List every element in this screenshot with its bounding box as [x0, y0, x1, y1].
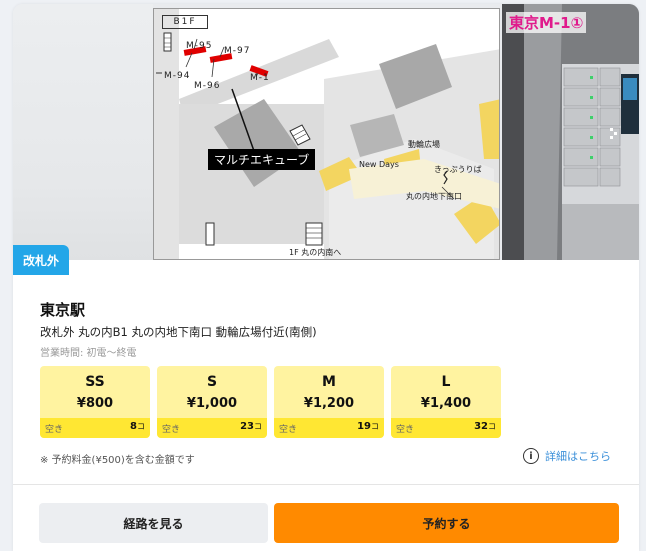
- map-new-days: New Days: [359, 160, 399, 169]
- size-label: S: [206, 374, 218, 390]
- size-availability: 空き 19コ: [274, 418, 384, 438]
- map-plaza: 動輪広場: [408, 140, 440, 149]
- details-link[interactable]: i 詳細はこちら: [523, 445, 611, 467]
- size-label: SS: [85, 374, 105, 390]
- size-price: ¥800: [76, 396, 114, 411]
- business-hours: 営業時間: 初電〜終電: [40, 348, 137, 359]
- locker-label-m97: M-97: [224, 46, 251, 56]
- route-button[interactable]: 経路を見る: [39, 503, 268, 543]
- size-list: SS ¥800 空き 8コ S ¥1,000 空き 23コ M ¥1,200 空…: [40, 366, 510, 438]
- size-option-ss[interactable]: SS ¥800 空き 8コ: [40, 366, 150, 438]
- price-note: ※ 予約料金(¥500)を含む金額です: [40, 455, 195, 466]
- size-availability: 空き 23コ: [157, 418, 267, 438]
- availability-label: 空き: [162, 425, 181, 435]
- map-callout: マルチエキューブ: [208, 149, 316, 170]
- size-option-l[interactable]: L ¥1,400 空き 32コ: [391, 366, 501, 438]
- size-label: L: [441, 374, 451, 390]
- availability-count: 32コ: [474, 421, 496, 432]
- availability-count: 23コ: [240, 421, 262, 432]
- location-type-badge: 改札外: [13, 245, 69, 275]
- station-name: 東京駅: [40, 301, 86, 319]
- availability-label: 空き: [45, 425, 64, 435]
- map-stairs-label: 1F 丸の内南へ: [289, 248, 342, 257]
- locker-label-m1: M-1: [250, 73, 270, 83]
- availability-count: 8コ: [130, 421, 145, 432]
- divider: [13, 484, 639, 485]
- photo-carousel[interactable]: B1F M-95 M-97 M-94 M-1 M-96 マルチエキューブ New…: [13, 4, 639, 260]
- details-link-text[interactable]: 詳細はこちら: [545, 448, 611, 464]
- availability-count: 19コ: [357, 421, 379, 432]
- availability-label: 空き: [396, 425, 415, 435]
- map-ticket-gate: きっぷうりば: [434, 165, 482, 174]
- size-availability: 空き 8コ: [40, 418, 150, 438]
- photo-caption: 東京M-1①: [506, 12, 587, 33]
- photo-left-slide: [13, 4, 153, 260]
- size-label: M: [322, 374, 336, 390]
- floor-map: B1F M-95 M-97 M-94 M-1 M-96 マルチエキューブ New…: [153, 8, 500, 260]
- locker-label-m94: M-94: [164, 71, 191, 81]
- map-exit: 丸の内地下南口: [406, 192, 462, 201]
- locker-card: B1F M-95 M-97 M-94 M-1 M-96 マルチエキューブ New…: [13, 4, 639, 551]
- locker-location: 改札外 丸の内B1 丸の内地下南口 動輪広場付近(南側): [40, 325, 317, 339]
- size-price: ¥1,000: [186, 396, 238, 411]
- size-price: ¥1,200: [303, 396, 355, 411]
- size-availability: 空き 32コ: [391, 418, 501, 438]
- reserve-button[interactable]: 予約する: [274, 503, 619, 543]
- locker-label-m96: M-96: [194, 81, 221, 91]
- locker-label-m95: M-95: [186, 41, 213, 51]
- locker-photo: 東京M-1①: [502, 4, 639, 260]
- size-price: ¥1,400: [420, 396, 472, 411]
- info-icon: i: [523, 448, 539, 464]
- size-option-s[interactable]: S ¥1,000 空き 23コ: [157, 366, 267, 438]
- size-option-m[interactable]: M ¥1,200 空き 19コ: [274, 366, 384, 438]
- floor-label: B1F: [162, 15, 208, 29]
- availability-label: 空き: [279, 425, 298, 435]
